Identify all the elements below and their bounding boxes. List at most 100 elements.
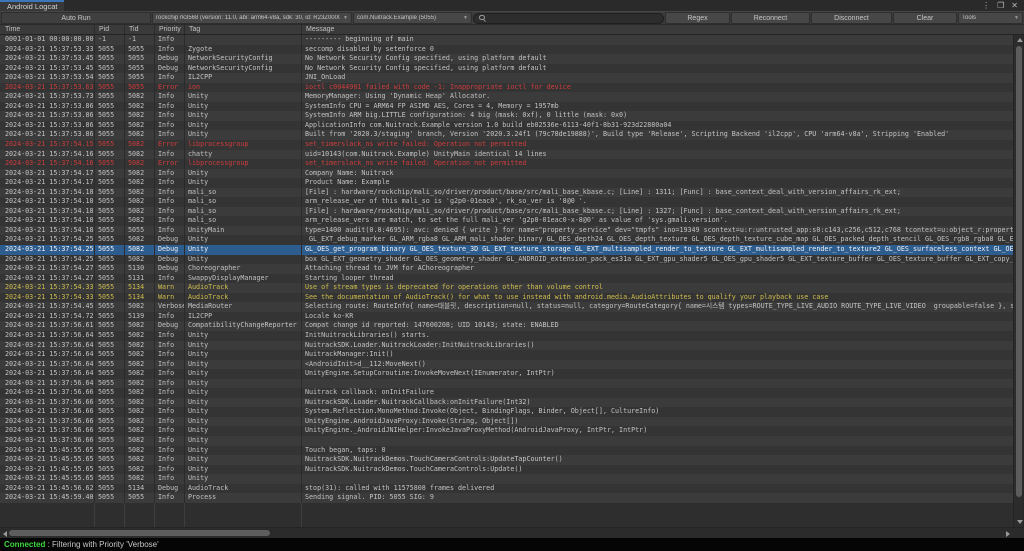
log-row[interactable]: 2024-03-21 15:45:56.625 5055 5134 Debug Audi…: [0, 483, 1013, 494]
log-row[interactable]: 2024-03-21 15:37:56.664 5055 5082 Info Unity…: [0, 397, 1013, 408]
log-row[interactable]: 2024-03-21 15:37:54.162 5055 5082 Info chatt…: [0, 149, 1013, 160]
log-row[interactable]: 2024-03-21 15:37:54.251 5055 5082 Debug Unit…: [0, 235, 1013, 246]
column-header-tid[interactable]: Tid: [125, 25, 155, 34]
cell-tid: 5082: [125, 474, 155, 484]
cell-tid: 5082: [125, 101, 155, 112]
cell-time: 2024-03-21 15:37:54.333: [0, 292, 95, 303]
cell-message: NuitrackSDK.Loader.NuitrackCallback:onIn…: [305, 397, 531, 406]
scroll-up-arrow-icon[interactable]: [1016, 38, 1023, 42]
log-row[interactable]: 2024-03-21 15:37:54.333 5055 5134 Warn Audio…: [0, 292, 1013, 303]
log-row[interactable]: 2024-03-21 15:37:56.664 5055 5082 Info Unity…: [0, 407, 1013, 417]
cell-priority: Info: [155, 397, 185, 408]
regex-button[interactable]: Regex: [665, 12, 730, 24]
cell-pid: 5055: [95, 178, 125, 188]
log-row[interactable]: 2024-03-21 15:45:59.409 5055 5055 Info Proce…: [0, 493, 1013, 503]
scroll-right-arrow-icon[interactable]: [1006, 531, 1010, 537]
log-row[interactable]: 2024-03-21 15:37:53.635 5055 5055 Error ion i…: [0, 82, 1013, 93]
log-row[interactable]: 2024-03-21 15:37:54.174 5055 5082 Info Unity…: [0, 168, 1013, 179]
cell-tag: Unity: [185, 92, 302, 102]
log-row[interactable]: 2024-03-21 15:37:53.867 5055 5082 Info Unity…: [0, 130, 1013, 141]
column-header-row: Time Pid Tid Priority Tag Message: [0, 25, 1024, 35]
cell-message: [File] : hardware/rockchip/mali_so/drive…: [305, 187, 901, 196]
search-input[interactable]: [489, 14, 658, 22]
log-row[interactable]: 2024-03-21 15:37:54.180 5055 5055 Info Unity…: [0, 225, 1013, 236]
log-row[interactable]: 2024-03-21 15:37:54.182 5055 5082 Info mali_…: [0, 197, 1013, 207]
log-row[interactable]: 2024-03-21 15:37:54.725 5055 5139 Info IL2CP…: [0, 311, 1013, 322]
log-row[interactable]: 2024-03-21 15:37:53.864 5055 5082 Info Unity…: [0, 111, 1013, 121]
cell-tid: 5055: [125, 54, 155, 64]
log-row[interactable]: 2024-03-21 15:37:54.162 5055 5082 Error libp…: [0, 159, 1013, 169]
cell-tag: CompatibilityChangeReporter: [185, 321, 302, 331]
scroll-left-arrow-icon[interactable]: [3, 531, 7, 537]
horizontal-scrollbar[interactable]: [0, 527, 1024, 538]
cell-time: 2024-03-21 15:37:53.864: [0, 101, 95, 112]
cell-pid: 5055: [95, 82, 125, 93]
log-row[interactable]: 2024-03-21 15:37:56.640 5055 5082 Info Unity: [0, 378, 1013, 389]
log-row[interactable]: 2024-03-21 15:37:53.867 5055 5082 Info Unity…: [0, 120, 1013, 131]
tab-android-logcat[interactable]: Android Logcat: [0, 0, 65, 11]
search-box[interactable]: [473, 12, 664, 24]
log-row[interactable]: 2024-03-21 15:37:53.331 5055 5055 Info Zygot…: [0, 44, 1013, 55]
log-row[interactable]: 2024-03-21 15:37:56.664 5055 5082 Info Unity…: [0, 416, 1013, 427]
log-row[interactable]: 2024-03-21 15:45:55.653 5055 5082 Info Unity: [0, 474, 1013, 484]
log-row[interactable]: 0001-01-01 00:00:00.000 -1 -1 Info ---------…: [0, 35, 1013, 45]
log-row[interactable]: 2024-03-21 15:45:55.653 5055 5082 Info Unity…: [0, 445, 1013, 456]
column-header-message[interactable]: Message: [302, 25, 1024, 34]
cell-pid: 5055: [95, 206, 125, 217]
log-row[interactable]: 2024-03-21 15:37:53.545 5055 5055 Info IL2CP…: [0, 73, 1013, 83]
column-header-tag[interactable]: Tag: [185, 25, 302, 34]
log-row[interactable]: 2024-03-21 15:37:54.182 5055 5082 Info mali_…: [0, 206, 1013, 217]
cell-message: Compat change id reported: 147600208; UI…: [305, 321, 559, 330]
vertical-scroll-thumb[interactable]: [1016, 46, 1022, 497]
log-row[interactable]: 2024-03-21 15:37:53.458 5055 5055 Debug Netw…: [0, 63, 1013, 74]
package-selector-dropdown[interactable]: com.Nuitrack.Example (5055) ▼: [353, 12, 472, 24]
log-row[interactable]: 2024-03-21 15:37:54.182 5055 5082 Info mali_…: [0, 187, 1013, 198]
maximize-icon[interactable]: ❐: [997, 1, 1004, 10]
log-row[interactable]: 2024-03-21 15:37:56.640 5055 5082 Info Unity…: [0, 369, 1013, 379]
log-row[interactable]: 2024-03-21 15:37:56.640 5055 5082 Info Unity…: [0, 330, 1013, 341]
close-icon[interactable]: ✕: [1011, 1, 1018, 10]
log-row[interactable]: 2024-03-21 15:37:56.640 5055 5082 Info Unity…: [0, 359, 1013, 370]
cell-time: 2024-03-21 15:37:53.331: [0, 44, 95, 55]
tools-dropdown-button[interactable]: Tools ▼: [958, 12, 1023, 24]
cell-priority: Error: [155, 82, 185, 93]
log-row[interactable]: 2024-03-21 15:37:56.664 5055 5082 Info Unity: [0, 435, 1013, 446]
log-row[interactable]: 2024-03-21 15:37:53.739 5055 5082 Info Unity…: [0, 92, 1013, 102]
log-row[interactable]: 2024-03-21 15:37:53.457 5055 5055 Debug Netw…: [0, 54, 1013, 64]
window-menu-icon[interactable]: ⋮: [982, 1, 990, 10]
log-row[interactable]: 2024-03-21 15:37:54.251 5055 5082 Debug Unit…: [0, 245, 1013, 255]
log-row[interactable]: 2024-03-21 15:37:56.640 5055 5082 Info Unity…: [0, 340, 1013, 351]
log-row[interactable]: 2024-03-21 15:45:55.653 5055 5082 Info Unity…: [0, 464, 1013, 475]
clear-button[interactable]: Clear: [893, 12, 957, 24]
cell-priority: Info: [155, 407, 185, 417]
scroll-down-arrow-icon[interactable]: [1016, 520, 1023, 524]
cell-pid: 5055: [95, 302, 125, 312]
log-row[interactable]: 2024-03-21 15:37:54.279 5055 5131 Info Swapp…: [0, 273, 1013, 284]
log-row[interactable]: 2024-03-21 15:37:56.618 5055 5082 Debug Comp…: [0, 321, 1013, 331]
log-row[interactable]: 2024-03-21 15:37:54.333 5055 5134 Warn Audio…: [0, 283, 1013, 293]
column-header-priority[interactable]: Priority: [155, 25, 185, 34]
log-row[interactable]: 2024-03-21 15:37:54.251 5055 5082 Debug Unit…: [0, 254, 1013, 265]
cell-tid: 5055: [125, 73, 155, 83]
log-row[interactable]: 2024-03-21 15:37:54.273 5055 5130 Debug Chor…: [0, 264, 1013, 274]
reconnect-button[interactable]: Reconnect: [731, 12, 810, 24]
log-row[interactable]: 2024-03-21 15:37:56.640 5055 5082 Info Unity…: [0, 350, 1013, 360]
column-header-pid[interactable]: Pid: [95, 25, 125, 34]
device-selector-dropdown[interactable]: rockchip rk3568 (version: 11.0, abi: arm…: [152, 12, 352, 24]
auto-run-button[interactable]: Auto Run: [1, 12, 151, 24]
log-row[interactable]: 2024-03-21 15:37:54.182 5055 5082 Info mali_…: [0, 216, 1013, 226]
cell-priority: Info: [155, 435, 185, 446]
log-row[interactable]: 2024-03-21 15:45:55.653 5055 5082 Info Unity…: [0, 455, 1013, 465]
column-header-time[interactable]: Time: [0, 25, 95, 34]
cell-time: 2024-03-21 15:45:56.625: [0, 483, 95, 494]
log-row[interactable]: 2024-03-21 15:37:54.452 5055 5082 Verbose Me…: [0, 302, 1013, 312]
vertical-scrollbar[interactable]: [1013, 35, 1023, 527]
log-row[interactable]: 2024-03-21 15:37:54.157 5055 5082 Error libp…: [0, 140, 1013, 150]
chevron-down-icon: ▼: [343, 15, 348, 21]
disconnect-button[interactable]: Disconnect: [811, 12, 892, 24]
log-row[interactable]: 2024-03-21 15:37:56.664 5055 5082 Info Unity…: [0, 388, 1013, 398]
log-row[interactable]: 2024-03-21 15:37:53.864 5055 5082 Info Unity…: [0, 101, 1013, 112]
log-row[interactable]: 2024-03-21 15:37:56.664 5055 5082 Info Unity…: [0, 426, 1013, 436]
horizontal-scroll-thumb[interactable]: [9, 530, 270, 536]
log-row[interactable]: 2024-03-21 15:37:54.174 5055 5082 Info Unity…: [0, 178, 1013, 188]
